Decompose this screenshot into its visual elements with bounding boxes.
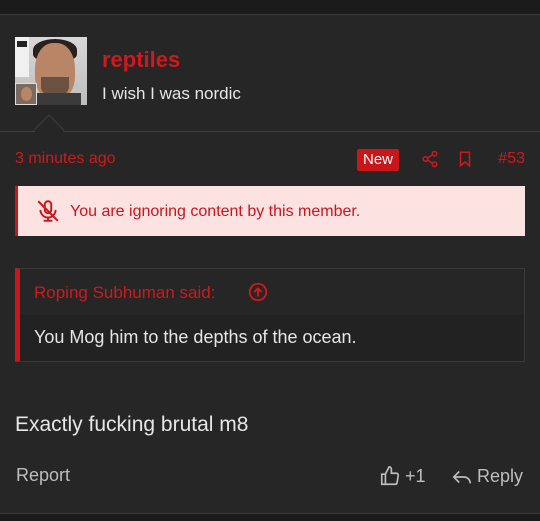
username-link[interactable]: reptiles	[102, 47, 180, 73]
post-time-link[interactable]: 3 minutes ago	[15, 150, 116, 168]
quote-author[interactable]: Roping Subhuman said:	[34, 283, 215, 303]
divider	[0, 131, 540, 132]
like-count: +1	[405, 466, 426, 486]
post: reptiles I wish I was nordic 3 minutes a…	[0, 14, 540, 514]
ignored-notice: You are ignoring content by this member.	[15, 186, 525, 236]
microphone-muted-icon	[37, 200, 59, 222]
avatar-inset-image	[15, 83, 37, 105]
quote-text: You Mog him to the depths of the ocean.	[34, 327, 357, 347]
user-block: reptiles I wish I was nordic	[0, 15, 540, 131]
reply-icon	[452, 470, 472, 484]
quote-header[interactable]: Roping Subhuman said:	[20, 269, 524, 315]
thumbs-up-icon	[380, 466, 400, 486]
post-meta: 3 minutes ago New #53	[15, 149, 525, 171]
reply-label: Reply	[477, 466, 524, 486]
quote-block: Roping Subhuman said: You Mog him to the…	[15, 268, 525, 362]
avatar[interactable]	[15, 37, 87, 105]
report-link[interactable]: Report	[16, 465, 70, 486]
bookmark-icon[interactable]	[456, 150, 474, 168]
user-title: I wish I was nordic	[102, 84, 241, 103]
arrow-up-circle-icon[interactable]	[247, 281, 269, 303]
new-badge: New	[357, 149, 400, 171]
share-icon[interactable]	[421, 150, 439, 168]
ignored-message: You are ignoring content by this member.	[70, 203, 361, 220]
post-message: Exactly fucking brutal m8	[15, 413, 249, 436]
reply-button[interactable]: Reply	[451, 465, 531, 489]
post-number-link[interactable]: #53	[498, 150, 525, 168]
